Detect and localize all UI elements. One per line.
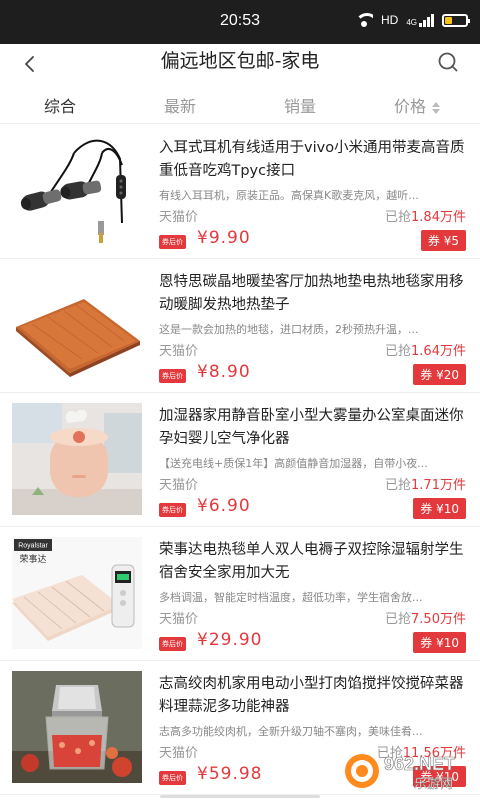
battery-level bbox=[445, 16, 452, 24]
product-image-electric-blanket: Royalstar 荣事达 bbox=[12, 537, 142, 649]
product-card[interactable]: 恩特思碳晶地暖垫客厅加热地垫电热地毯家用移动暖脚发热地热垫子 这是一款会加热的地… bbox=[0, 259, 480, 393]
product-desc: 【送充电线+质保1年】高颜值静音加湿器，自带小夜... bbox=[159, 457, 428, 470]
sold-prefix: 已抢 bbox=[385, 210, 412, 225]
sold-count: 已抢1.84万件 bbox=[385, 206, 466, 225]
after-coupon-badge: 券后价 bbox=[159, 235, 186, 249]
back-button[interactable] bbox=[16, 50, 44, 78]
product-name: 加湿器家用静音卧室小型大雾量办公室桌面迷你孕妇婴儿空气净化器 bbox=[159, 408, 464, 447]
product-card[interactable]: Royalstar 荣事达 荣事达电热毯单人双人电褥子双控除湿辐射学生宿舍安全家… bbox=[0, 527, 480, 661]
platform-label: 天猫价 bbox=[159, 210, 199, 225]
brand-logo-cn: 荣事达 bbox=[19, 553, 46, 565]
status-bar: 20:53 HD 4G bbox=[0, 0, 480, 44]
after-coupon-badge: 券后价 bbox=[159, 369, 186, 383]
product-info: 恩特思碳晶地暖垫客厅加热地垫电热地毯家用移动暖脚发热地热垫子 这是一款会加热的地… bbox=[159, 271, 466, 386]
platform-label: 天猫价 bbox=[159, 478, 199, 493]
product-name: 志高绞肉机家用电动小型打肉馅搅拌饺搅碎菜器料理蒜泥多功能神器 bbox=[159, 676, 464, 715]
battery-icon bbox=[442, 13, 470, 27]
watermark-site: 962.NET bbox=[384, 754, 455, 774]
coupon-button[interactable]: 券 ¥20 bbox=[413, 364, 466, 385]
product-name: 入耳式耳机有线适用于vivo小米通用带麦高音质重低音吃鸡Tpyc接口 bbox=[159, 140, 465, 179]
search-button[interactable] bbox=[434, 48, 462, 76]
tab-comprehensive[interactable]: 综合 bbox=[20, 93, 100, 117]
home-indicator[interactable] bbox=[160, 795, 320, 798]
sold-suffix: 万件 bbox=[439, 344, 466, 359]
product-desc: 志高多功能绞肉机，全新升级刀轴不塞肉，美味佳肴... bbox=[159, 725, 423, 738]
product-name: 恩特思碳晶地暖垫客厅加热地垫电热地毯家用移动暖脚发热地热垫子 bbox=[159, 274, 464, 313]
brand-logo-en: Royalstar bbox=[18, 543, 48, 550]
tab-price[interactable]: 价格 bbox=[372, 93, 462, 117]
product-desc: 这是一款会加热的地毯，进口材质，2秒预热升温，... bbox=[159, 323, 419, 336]
coupon-button[interactable]: 券 ¥10 bbox=[413, 498, 466, 519]
product-image-meat-grinder bbox=[12, 671, 142, 783]
sold-suffix: 万件 bbox=[439, 478, 466, 493]
header: 偏远地区包邮-家电 bbox=[0, 44, 480, 80]
signal-label: 4G bbox=[406, 18, 417, 27]
tab-label: 最新 bbox=[163, 97, 196, 116]
product-info: 荣事达电热毯单人双人电褥子双控除湿辐射学生宿舍安全家用加大无 多档调温，智能定时… bbox=[159, 539, 466, 654]
status-icons: HD 4G bbox=[354, 13, 470, 27]
after-coupon-badge: 券后价 bbox=[159, 637, 186, 651]
product-image-humidifier bbox=[12, 403, 142, 515]
coupon-button[interactable]: 券 ¥5 bbox=[420, 230, 466, 251]
tab-label: 价格 bbox=[393, 97, 426, 116]
sold-count: 已抢1.64万件 bbox=[385, 340, 466, 359]
product-price: ¥29.90 bbox=[197, 630, 263, 650]
product-image-heating-mat bbox=[12, 269, 142, 381]
sort-tabs: 综合 最新 销量 价格 bbox=[0, 84, 480, 124]
sold-prefix: 已抢 bbox=[385, 612, 412, 627]
platform-label: 天猫价 bbox=[159, 344, 199, 359]
sold-number: 1.64 bbox=[411, 344, 440, 359]
product-desc: 有线入耳耳机，原装正品。高保真K歌麦克风，越听... bbox=[159, 189, 419, 202]
product-info: 入耳式耳机有线适用于vivo小米通用带麦高音质重低音吃鸡Tpyc接口 有线入耳耳… bbox=[159, 137, 466, 252]
tab-label: 综合 bbox=[43, 97, 76, 116]
platform-label: 天猫价 bbox=[159, 612, 199, 627]
sold-number: 1.71 bbox=[411, 478, 440, 493]
sold-count: 已抢1.71万件 bbox=[385, 474, 466, 493]
product-card[interactable]: 入耳式耳机有线适用于vivo小米通用带麦高音质重低音吃鸡Tpyc接口 有线入耳耳… bbox=[0, 125, 480, 259]
sold-number: 7.50 bbox=[411, 612, 440, 627]
tab-newest[interactable]: 最新 bbox=[140, 93, 220, 117]
sold-prefix: 已抢 bbox=[385, 478, 412, 493]
product-price: ¥8.90 bbox=[197, 362, 251, 382]
page-title: 偏远地区包邮-家电 bbox=[160, 50, 320, 72]
signal-icon: 4G bbox=[406, 13, 434, 27]
product-image-earphones bbox=[12, 135, 142, 247]
watermark-logo: 962.NET 乐游网 bbox=[342, 748, 472, 794]
product-card[interactable]: 加湿器家用静音卧室小型大雾量办公室桌面迷你孕妇婴儿空气净化器 【送充电线+质保1… bbox=[0, 393, 480, 527]
sold-count: 已抢7.50万件 bbox=[385, 608, 466, 627]
after-coupon-badge: 券后价 bbox=[159, 771, 186, 785]
search-icon bbox=[438, 52, 458, 72]
product-info: 加湿器家用静音卧室小型大雾量办公室桌面迷你孕妇婴儿空气净化器 【送充电线+质保1… bbox=[159, 405, 466, 520]
watermark-name: 乐游网 bbox=[414, 777, 453, 792]
product-name: 荣事达电热毯单人双人电褥子双控除湿辐射学生宿舍安全家用加大无 bbox=[159, 542, 464, 581]
sold-suffix: 万件 bbox=[439, 612, 466, 627]
tab-label: 销量 bbox=[283, 97, 316, 116]
network-label: HD bbox=[380, 13, 399, 27]
product-price: ¥59.98 bbox=[197, 764, 263, 784]
product-desc: 多档调温，智能定时档温度，超低功率，学生宿舍放... bbox=[159, 591, 423, 604]
platform-label: 天猫价 bbox=[159, 746, 199, 761]
chevron-left-icon bbox=[25, 56, 34, 72]
after-coupon-badge: 券后价 bbox=[159, 503, 186, 517]
product-list: 入耳式耳机有线适用于vivo小米通用带麦高音质重低音吃鸡Tpyc接口 有线入耳耳… bbox=[0, 125, 480, 795]
sold-prefix: 已抢 bbox=[385, 344, 412, 359]
sold-number: 1.84 bbox=[411, 210, 440, 225]
tab-sales[interactable]: 销量 bbox=[260, 93, 340, 117]
coupon-button[interactable]: 券 ¥10 bbox=[413, 632, 466, 653]
wifi-icon bbox=[354, 13, 373, 27]
sold-suffix: 万件 bbox=[439, 210, 466, 225]
product-price: ¥9.90 bbox=[197, 228, 251, 248]
sort-arrows-icon bbox=[432, 101, 440, 114]
product-price: ¥6.90 bbox=[197, 496, 251, 516]
